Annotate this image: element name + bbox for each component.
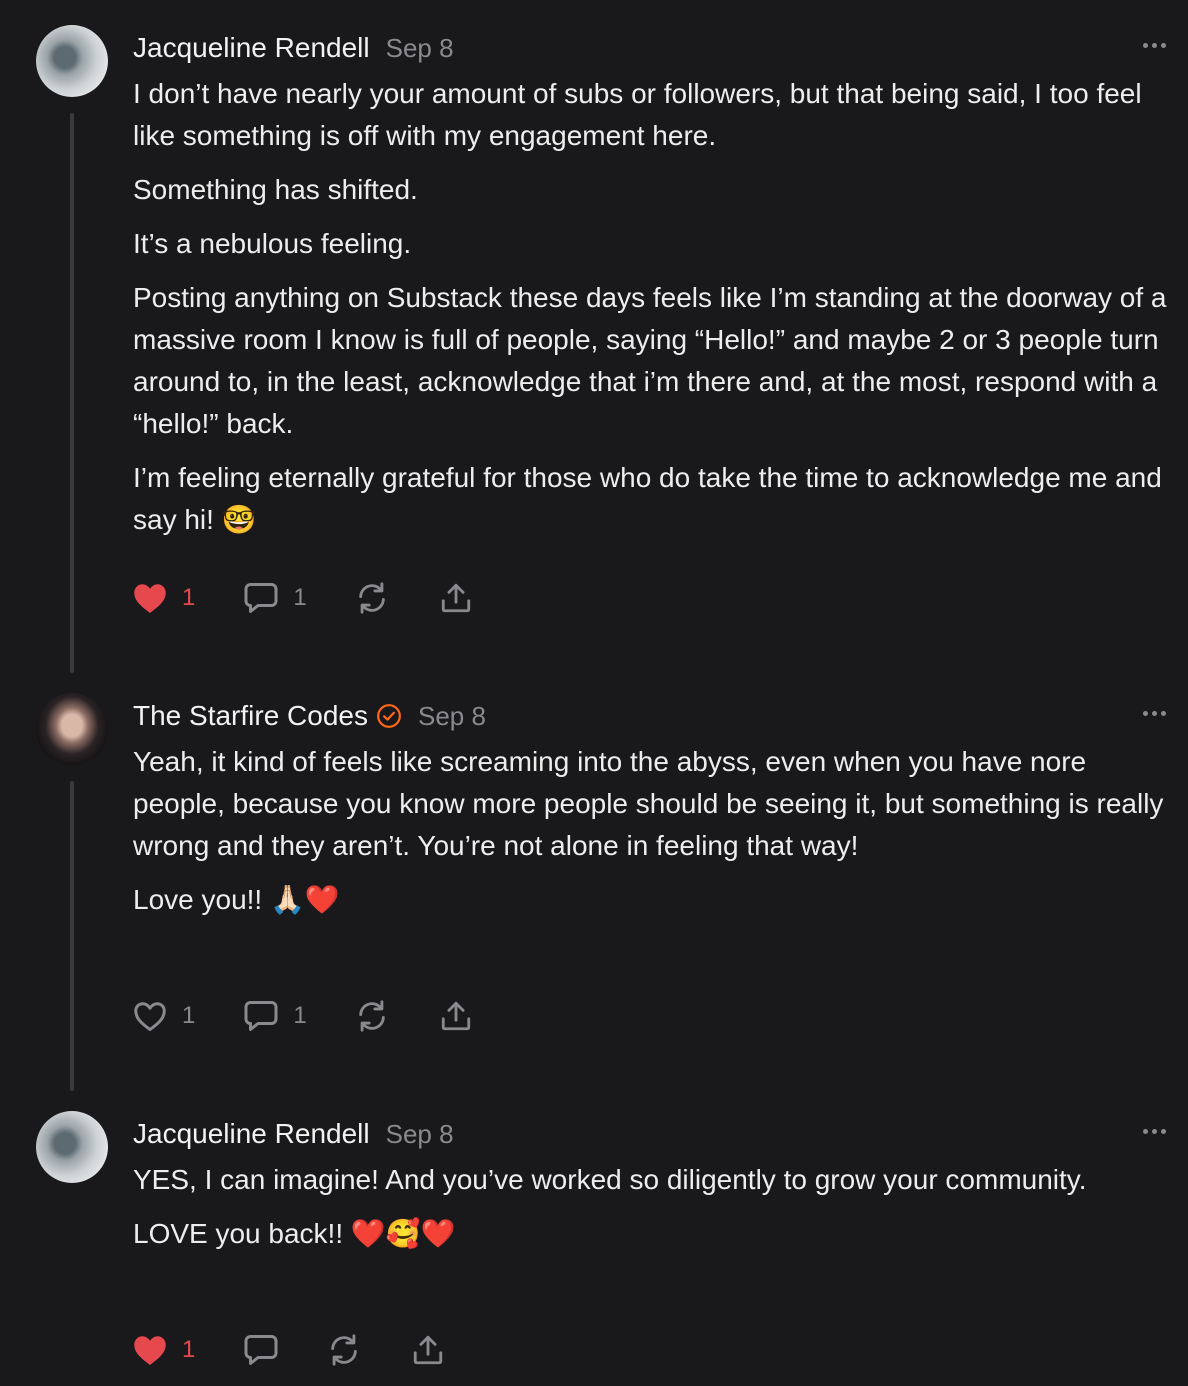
comment-paragraph: Posting anything on Substack these days … xyxy=(133,282,1167,439)
comment-paragraph: I don’t have nearly your amount of subs … xyxy=(133,78,1142,151)
heart-icon xyxy=(134,584,166,613)
more-options-icon[interactable] xyxy=(1143,711,1166,716)
share-icon xyxy=(441,583,470,613)
share-button[interactable] xyxy=(439,999,473,1033)
share-button[interactable] xyxy=(411,1333,445,1367)
more-options-icon[interactable] xyxy=(1143,1129,1166,1134)
comment-header: Jacqueline Rendell Sep 8 xyxy=(133,29,454,67)
author-name[interactable]: Jacqueline Rendell xyxy=(133,32,370,64)
comment-body: YES, I can imagine! And you’ve worked so… xyxy=(133,1159,1178,1267)
reply-button[interactable]: 1 xyxy=(243,999,307,1033)
like-button[interactable]: 1 xyxy=(132,999,195,1033)
author-name[interactable]: Jacqueline Rendell xyxy=(133,1118,370,1150)
like-count: 1 xyxy=(182,584,196,611)
reply-count: 1 xyxy=(293,584,307,611)
speech-bubble-icon xyxy=(244,1001,278,1031)
speech-bubble-icon xyxy=(244,1335,278,1365)
comment-paragraph: Something has shifted. xyxy=(133,174,418,205)
comment-paragraph: Yeah, it kind of feels like screaming in… xyxy=(133,746,1164,861)
comment-paragraph: YES, I can imagine! And you’ve worked so… xyxy=(133,1164,1087,1195)
comment-date[interactable]: Sep 8 xyxy=(418,701,486,732)
like-count: 1 xyxy=(182,1336,196,1363)
restack-button[interactable] xyxy=(355,581,389,615)
share-icon xyxy=(414,1335,443,1365)
restack-icon xyxy=(331,1334,358,1366)
reply-count: 1 xyxy=(293,1002,307,1029)
comment-paragraph: I’m feeling eternally grateful for those… xyxy=(133,462,1162,535)
restack-icon xyxy=(358,582,385,614)
avatar[interactable] xyxy=(36,1111,108,1183)
thread-line xyxy=(70,113,74,673)
thread-line xyxy=(70,781,74,1091)
restack-icon xyxy=(358,1000,385,1032)
comment-header: The Starfire Codes Sep 8 xyxy=(133,697,486,735)
heart-icon xyxy=(134,1002,166,1031)
comment-paragraph: LOVE you back!! ❤️🥰❤️ xyxy=(133,1218,456,1249)
more-options-icon[interactable] xyxy=(1143,43,1166,48)
share-button[interactable] xyxy=(439,581,473,615)
comment-paragraph: Love you!! 🙏🏻❤️ xyxy=(133,884,340,915)
heart-icon xyxy=(134,1336,166,1365)
like-count: 1 xyxy=(182,1002,196,1029)
verified-badge-icon xyxy=(376,703,402,729)
avatar[interactable] xyxy=(36,25,108,97)
comment-date[interactable]: Sep 8 xyxy=(386,33,454,64)
comment-actions: 1 1 xyxy=(132,996,473,1036)
comment-body: I don’t have nearly your amount of subs … xyxy=(133,73,1178,553)
comment-header: Jacqueline Rendell Sep 8 xyxy=(133,1115,454,1153)
author-name[interactable]: The Starfire Codes xyxy=(133,700,368,732)
like-button[interactable]: 1 xyxy=(132,1333,195,1367)
comment-date[interactable]: Sep 8 xyxy=(386,1119,454,1150)
share-icon xyxy=(441,1001,470,1031)
comment-actions: 1 1 xyxy=(132,578,473,618)
restack-button[interactable] xyxy=(327,1333,361,1367)
comment-actions: 1 xyxy=(132,1330,445,1370)
restack-button[interactable] xyxy=(355,999,389,1033)
like-button[interactable]: 1 xyxy=(132,581,195,615)
speech-bubble-icon xyxy=(244,583,278,613)
reply-button[interactable]: 1 xyxy=(243,581,307,615)
comment-paragraph: It’s a nebulous feeling. xyxy=(133,228,412,259)
reply-button[interactable] xyxy=(243,1333,279,1367)
avatar[interactable] xyxy=(36,693,108,765)
comment-body: Yeah, it kind of feels like screaming in… xyxy=(133,741,1178,933)
